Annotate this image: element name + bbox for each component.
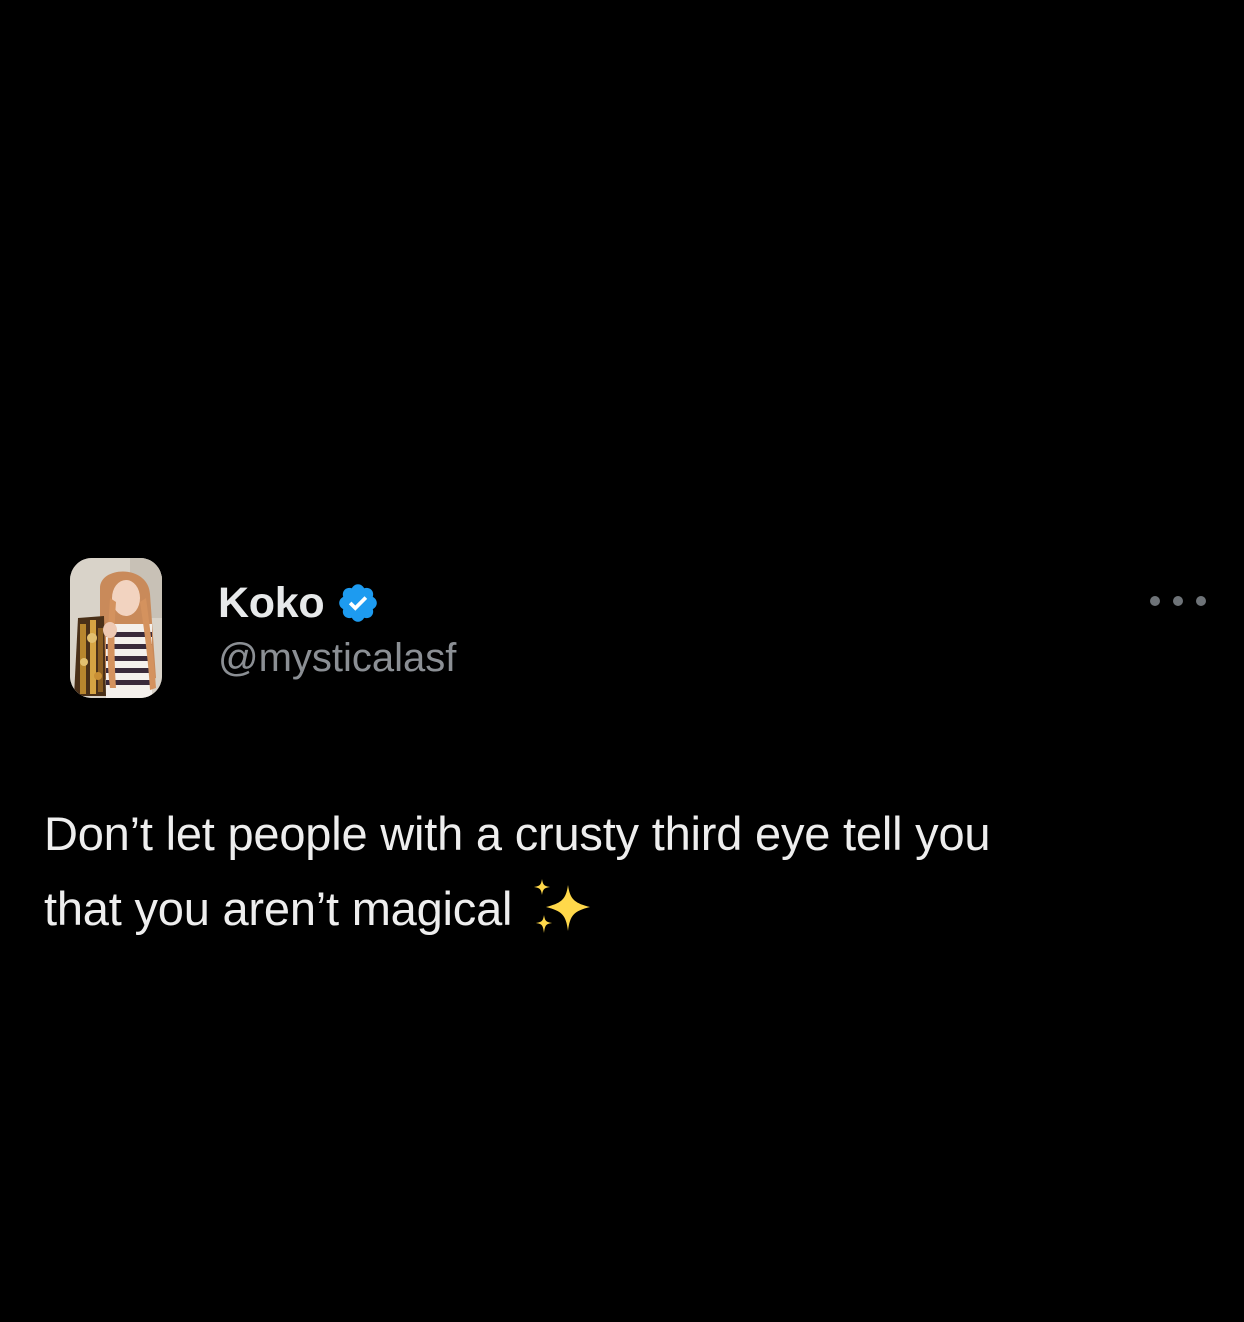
display-name[interactable]: Koko [218,579,325,628]
tweet-text-line-2: that you aren’t magical [44,871,1224,946]
tweet-text-line-2-text: that you aren’t magical [44,882,513,935]
more-dot [1173,596,1183,606]
sparkles-emoji-icon [528,877,594,937]
tweet-card: Koko @mysticalasf Don’t let people with … [0,0,1244,1322]
author-name-row[interactable]: Koko [218,576,380,630]
user-handle[interactable]: @mysticalasf [218,636,456,681]
more-dot [1196,596,1206,606]
more-options-icon[interactable] [1150,588,1206,614]
tweet-text-line-1: Don’t let people with a crusty third eye… [44,807,991,860]
avatar[interactable] [70,558,162,698]
tweet-text: Don’t let people with a crusty third eye… [44,796,1224,946]
verified-badge-icon [336,581,380,625]
more-dot [1150,596,1160,606]
